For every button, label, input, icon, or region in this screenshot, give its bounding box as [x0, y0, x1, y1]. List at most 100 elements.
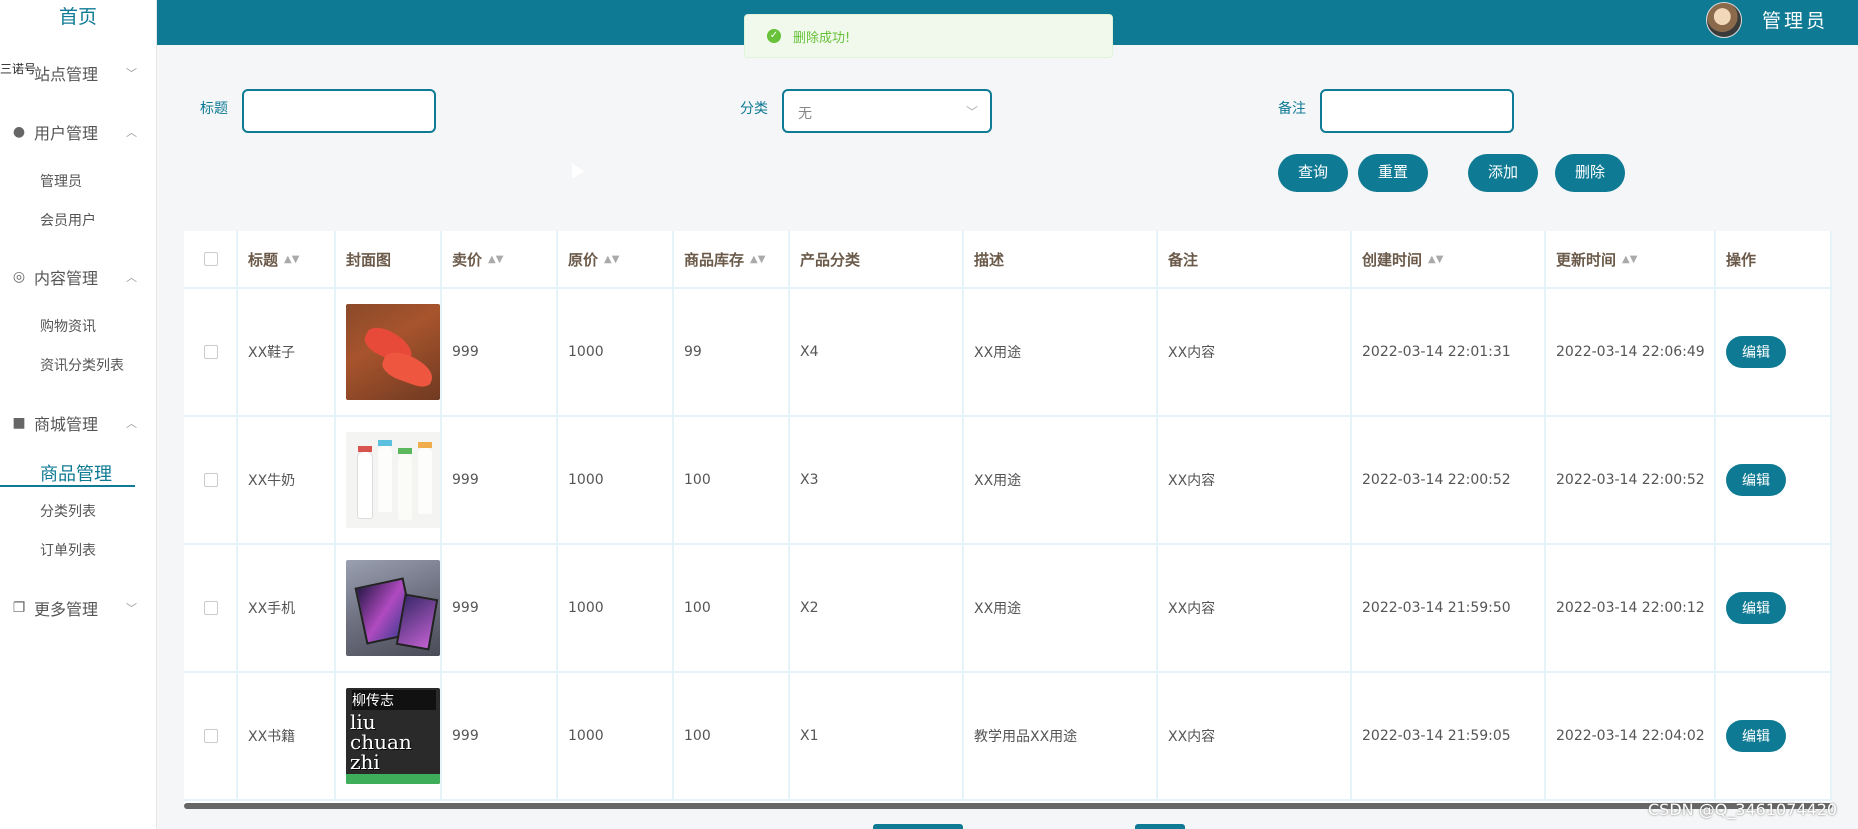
- pagination-next[interactable]: [1135, 824, 1185, 829]
- sort-icon[interactable]: ▲▼: [750, 254, 765, 265]
- reset-button[interactable]: 重置: [1358, 154, 1428, 192]
- cell-original-price: 1000: [558, 289, 674, 417]
- menu-shop-management[interactable]: ■ 商城管理 ︿: [0, 411, 157, 435]
- sort-icon[interactable]: ▲▼: [284, 254, 299, 265]
- remark-filter-input[interactable]: [1320, 89, 1514, 133]
- cell-category: X4: [790, 289, 964, 417]
- row-checkbox[interactable]: [204, 729, 218, 743]
- table-row: XX书籍 柳传志 liu chuan zhi 999 1000 100 X1 教…: [184, 673, 1832, 801]
- row-checkbox[interactable]: [204, 601, 218, 615]
- select-all-checkbox[interactable]: [204, 252, 218, 266]
- menu-more-management[interactable]: ❐ 更多管理 ﹀: [0, 596, 157, 620]
- mouse-cursor-icon: [565, 159, 585, 179]
- sidebar-item-shopping-news[interactable]: 购物资讯: [40, 316, 96, 336]
- edit-button[interactable]: 编辑: [1726, 464, 1786, 496]
- header-category: 产品分类: [790, 231, 964, 289]
- table-row: XX牛奶 999 1000 100 X3 XX用途 XX内容 2022-03-1…: [184, 417, 1832, 545]
- query-button[interactable]: 查询: [1278, 154, 1348, 192]
- sidebar-item-order-list[interactable]: 订单列表: [40, 540, 96, 560]
- cell-price: 999: [442, 417, 558, 545]
- header-stock[interactable]: 商品库存 ▲▼: [674, 231, 790, 289]
- check-circle-icon: ✓: [767, 29, 781, 43]
- menu-site-management[interactable]: 站点管理 ﹀: [0, 61, 157, 85]
- header-price[interactable]: 卖价 ▲▼: [442, 231, 558, 289]
- edit-button[interactable]: 编辑: [1726, 592, 1786, 624]
- select-all-cell: [184, 231, 238, 289]
- toast-message: 删除成功!: [793, 30, 851, 46]
- menu-label: 站点管理: [34, 65, 99, 84]
- title-filter-label: 标题: [200, 101, 228, 117]
- chevron-up-icon: ︿: [126, 417, 137, 430]
- remark-filter-label: 备注: [1278, 101, 1306, 117]
- cell-title: XX书籍: [238, 673, 336, 801]
- header-updated-time[interactable]: 更新时间 ▲▼: [1546, 231, 1716, 289]
- cell-updated-time: 2022-03-14 22:00:52: [1546, 417, 1716, 545]
- cell-original-price: 1000: [558, 545, 674, 673]
- menu-label: 商城管理: [34, 415, 99, 434]
- cell-stock: 100: [674, 673, 790, 801]
- cover-image-phone: [346, 560, 440, 656]
- cell-created-time: 2022-03-14 21:59:50: [1352, 545, 1546, 673]
- sidebar-item-members[interactable]: 会员用户: [40, 210, 96, 230]
- cell-original-price: 1000: [558, 673, 674, 801]
- cell-description: 教学用品XX用途: [964, 673, 1158, 801]
- pagination-prev[interactable]: [873, 824, 963, 829]
- cover-image-shoe: [346, 304, 440, 400]
- add-button[interactable]: 添加: [1468, 154, 1538, 192]
- cell-stock: 100: [674, 545, 790, 673]
- sort-icon[interactable]: ▲▼: [1428, 254, 1443, 265]
- cell-updated-time: 2022-03-14 22:04:02: [1546, 673, 1716, 801]
- cell-remark: XX内容: [1158, 289, 1352, 417]
- header-description: 描述: [964, 231, 1158, 289]
- sort-icon[interactable]: ▲▼: [488, 254, 503, 265]
- sidebar: 首页 三诺号 站点管理 ﹀ ● 用户管理 ︿ 管理员 会员用户 ◎ 内容管理 ︿…: [0, 0, 157, 829]
- cell-description: XX用途: [964, 545, 1158, 673]
- sort-icon[interactable]: ▲▼: [604, 254, 619, 265]
- bag-icon: ■: [12, 415, 26, 431]
- edit-button[interactable]: 编辑: [1726, 336, 1786, 368]
- book-cover-title: 柳传志: [352, 690, 436, 710]
- admin-name[interactable]: 管理员: [1762, 6, 1828, 33]
- sidebar-item-news-categories[interactable]: 资讯分类列表: [40, 355, 124, 375]
- row-checkbox[interactable]: [204, 345, 218, 359]
- cover-image-milk: [346, 432, 440, 528]
- cell-title: XX手机: [238, 545, 336, 673]
- edit-button[interactable]: 编辑: [1726, 720, 1786, 752]
- header-original-price[interactable]: 原价 ▲▼: [558, 231, 674, 289]
- goods-table: 标题 ▲▼ 封面图 卖价 ▲▼ 原价 ▲▼ 商品库存 ▲▼ 产品分类 描述 备注 创建时…: [184, 231, 1832, 804]
- chevron-down-icon: ﹀: [126, 602, 137, 615]
- avatar[interactable]: [1706, 2, 1742, 38]
- row-checkbox[interactable]: [204, 473, 218, 487]
- sidebar-item-goods-management[interactable]: 商品管理: [0, 459, 135, 487]
- delete-button[interactable]: 删除: [1555, 154, 1625, 192]
- header-remark: 备注: [1158, 231, 1352, 289]
- menu-content-management[interactable]: ◎ 内容管理 ︿: [0, 265, 157, 289]
- cell-price: 999: [442, 545, 558, 673]
- cell-category: X2: [790, 545, 964, 673]
- sidebar-home-link[interactable]: 首页: [0, 0, 156, 40]
- table-row: XX手机 999 1000 100 X2 XX用途 XX内容 2022-03-1…: [184, 545, 1832, 673]
- sidebar-item-category-list[interactable]: 分类列表: [40, 501, 96, 521]
- cell-stock: 100: [674, 417, 790, 545]
- header-title[interactable]: 标题 ▲▼: [238, 231, 336, 289]
- menu-user-management[interactable]: ● 用户管理 ︿: [0, 120, 157, 144]
- horizontal-scrollbar[interactable]: [184, 803, 1832, 809]
- chevron-up-icon: ︿: [126, 271, 137, 284]
- chat-icon: ◎: [12, 269, 26, 285]
- chevron-down-icon: ﹀: [126, 67, 137, 80]
- menu-label: 更多管理: [34, 600, 99, 619]
- cell-price: 999: [442, 289, 558, 417]
- cell-remark: XX内容: [1158, 545, 1352, 673]
- title-filter-input[interactable]: [242, 89, 436, 133]
- category-select-value: 无: [798, 106, 812, 122]
- watermark: CSDN @Q_3461074420: [1648, 800, 1838, 819]
- table-header-row: 标题 ▲▼ 封面图 卖价 ▲▼ 原价 ▲▼ 商品库存 ▲▼ 产品分类 描述 备注 创建时…: [184, 231, 1832, 289]
- category-select[interactable]: 无 ﹀: [782, 89, 992, 133]
- sort-icon[interactable]: ▲▼: [1622, 254, 1637, 265]
- copy-icon: ❐: [12, 600, 26, 616]
- header-created-time[interactable]: 创建时间 ▲▼: [1352, 231, 1546, 289]
- sidebar-item-admin[interactable]: 管理员: [40, 171, 82, 191]
- cell-title: XX牛奶: [238, 417, 336, 545]
- menu-label: 内容管理: [34, 269, 99, 288]
- cell-category: X1: [790, 673, 964, 801]
